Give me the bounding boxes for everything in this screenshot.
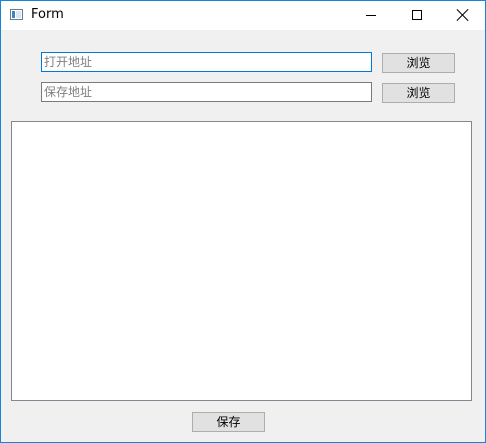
- app-icon[interactable]: [10, 9, 23, 20]
- browse-save-button[interactable]: 浏览: [382, 83, 455, 103]
- save-button[interactable]: 保存: [192, 412, 265, 432]
- close-icon: [457, 9, 469, 21]
- form-window: Form 浏览 浏览 保存: [0, 0, 486, 443]
- open-path-input[interactable]: [41, 52, 372, 72]
- browse-open-button[interactable]: 浏览: [382, 53, 455, 73]
- close-button[interactable]: [440, 1, 485, 30]
- title-bar[interactable]: Form: [1, 1, 485, 30]
- minimize-button[interactable]: [348, 1, 394, 30]
- save-path-input[interactable]: [41, 82, 372, 102]
- maximize-icon: [412, 10, 422, 20]
- window-title: Form: [31, 7, 64, 22]
- maximize-button[interactable]: [394, 1, 440, 30]
- content-text-area[interactable]: [11, 121, 472, 401]
- minimize-icon: [366, 15, 376, 16]
